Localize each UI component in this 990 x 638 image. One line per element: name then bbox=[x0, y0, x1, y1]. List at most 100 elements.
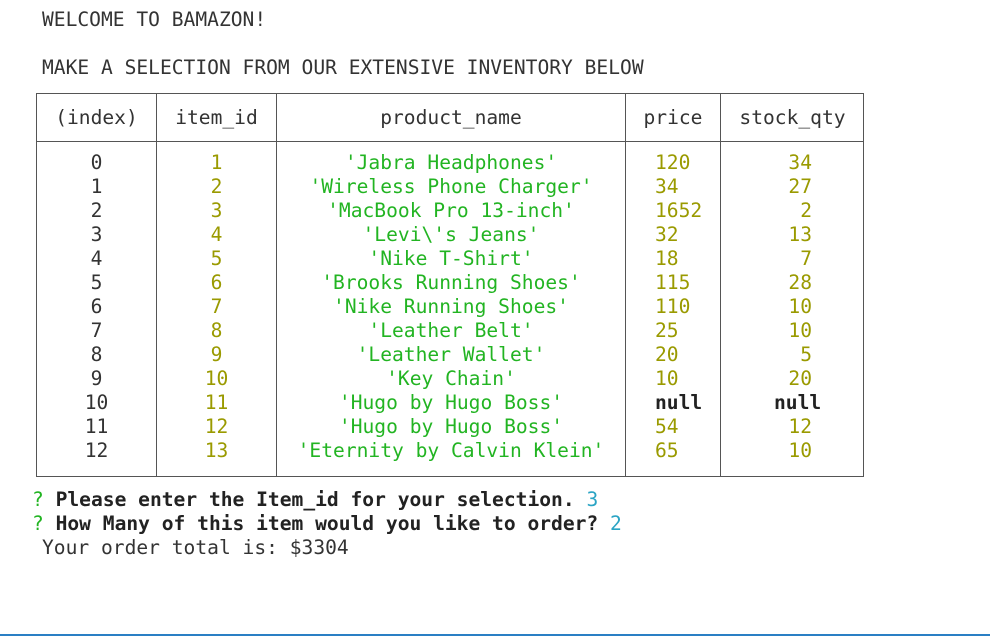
row-stock-qty: 2 bbox=[774, 199, 864, 223]
row-item-id: 3 bbox=[210, 199, 223, 222]
welcome-title: WELCOME TO BAMAZON! bbox=[42, 8, 267, 31]
row-product-name: 'Brooks Running Shoes' bbox=[321, 271, 581, 294]
row-item-id: 9 bbox=[210, 343, 223, 366]
row-product-name: 'Hugo by Hugo Boss' bbox=[338, 415, 564, 438]
row-stock-qty-value: null bbox=[774, 391, 822, 414]
row-item-id: 5 bbox=[210, 247, 223, 270]
row-price-value: 25 bbox=[655, 319, 679, 342]
column-divider bbox=[625, 94, 626, 476]
row-item-id: 11 bbox=[204, 391, 229, 414]
row-stock-qty: 27 bbox=[774, 175, 864, 199]
row-stock-qty-value: 27 bbox=[788, 175, 812, 198]
row-product-name: 'Leather Belt' bbox=[368, 319, 534, 342]
row-index: 5 bbox=[90, 271, 103, 294]
row-index: 11 bbox=[84, 415, 109, 438]
header-divider bbox=[37, 141, 863, 142]
row-price: 10 bbox=[655, 367, 721, 391]
header-product-name: product_name bbox=[380, 106, 522, 129]
row-stock-qty-value: 10 bbox=[788, 439, 812, 462]
order-total: Your order total is: $3304 bbox=[42, 536, 349, 559]
row-price: 32 bbox=[655, 223, 721, 247]
row-price: 120 bbox=[655, 151, 721, 175]
prompt-marker: ? bbox=[32, 512, 44, 535]
row-price-value: 54 bbox=[655, 415, 679, 438]
row-index: 3 bbox=[90, 223, 103, 246]
row-product-name: 'Jabra Headphones' bbox=[344, 151, 558, 174]
row-stock-qty-value: 5 bbox=[800, 343, 812, 366]
row-stock-qty-value: 28 bbox=[788, 271, 812, 294]
row-product-name: 'Leather Wallet' bbox=[356, 343, 546, 366]
row-price-value: 120 bbox=[655, 151, 691, 174]
row-stock-qty: null bbox=[774, 391, 864, 415]
header-index: (index) bbox=[55, 106, 138, 129]
row-index: 10 bbox=[84, 391, 109, 414]
row-price: 20 bbox=[655, 343, 721, 367]
prompt-quantity: ? How Many of this item would you like t… bbox=[32, 512, 622, 536]
row-stock-qty: 7 bbox=[774, 247, 864, 271]
terminal-bottom-border bbox=[0, 634, 990, 636]
row-index: 0 bbox=[90, 151, 103, 174]
row-stock-qty: 10 bbox=[774, 319, 864, 343]
row-price-value: 1652 bbox=[655, 199, 703, 222]
row-item-id: 7 bbox=[210, 295, 223, 318]
row-price: 34 bbox=[655, 175, 721, 199]
row-product-name: 'Wireless Phone Charger' bbox=[309, 175, 593, 198]
product-name-column: 'Jabra Headphones' 'Wireless Phone Charge… bbox=[277, 151, 625, 463]
header-stock-qty: stock_qty bbox=[739, 106, 846, 129]
prompt-answer: 3 bbox=[586, 488, 599, 511]
row-price: 18 bbox=[655, 247, 721, 271]
row-stock-qty: 12 bbox=[774, 415, 864, 439]
row-item-id: 10 bbox=[204, 367, 229, 390]
row-item-id: 4 bbox=[210, 223, 223, 246]
row-price-value: 110 bbox=[655, 295, 691, 318]
row-price-value: 65 bbox=[655, 439, 679, 462]
row-item-id: 1 bbox=[210, 151, 223, 174]
row-index: 7 bbox=[90, 319, 103, 342]
row-product-name: 'Nike T-Shirt' bbox=[368, 247, 534, 270]
row-stock-qty-value: 34 bbox=[788, 151, 812, 174]
row-index: 9 bbox=[90, 367, 103, 390]
row-price-value: 10 bbox=[655, 367, 679, 390]
header-price: price bbox=[643, 106, 703, 129]
row-product-name: 'Eternity by Calvin Klein' bbox=[297, 439, 605, 462]
row-index: 4 bbox=[90, 247, 103, 270]
row-stock-qty-value: 13 bbox=[788, 223, 812, 246]
row-price: 115 bbox=[655, 271, 721, 295]
row-product-name: 'Hugo by Hugo Boss' bbox=[338, 391, 564, 414]
prompt-question: Please enter the Item_id for your select… bbox=[55, 488, 575, 511]
prompt-question: How Many of this item would you like to … bbox=[55, 512, 599, 535]
stock-qty-column: 34 27 2 13 7 28 10 10 5 20 null 12 10 bbox=[722, 151, 864, 463]
row-price: 65 bbox=[655, 439, 721, 463]
price-column: 120 34 1652 32 18 115 110 25 20 10 null 54 65 bbox=[627, 151, 721, 463]
row-index: 2 bbox=[90, 199, 103, 222]
row-product-name: 'MacBook Pro 13-inch' bbox=[327, 199, 575, 222]
row-stock-qty-value: 10 bbox=[788, 295, 812, 318]
row-stock-qty: 20 bbox=[774, 367, 864, 391]
row-price-value: 115 bbox=[655, 271, 691, 294]
row-index: 12 bbox=[84, 439, 109, 462]
row-stock-qty-value: 2 bbox=[800, 199, 812, 222]
row-stock-qty: 28 bbox=[774, 271, 864, 295]
row-stock-qty: 10 bbox=[774, 295, 864, 319]
prompt-answer: 2 bbox=[610, 512, 622, 535]
row-index: 8 bbox=[90, 343, 103, 366]
row-price: 1652 bbox=[655, 199, 721, 223]
row-price: 54 bbox=[655, 415, 721, 439]
row-index: 1 bbox=[90, 175, 103, 198]
row-price-value: 18 bbox=[655, 247, 679, 270]
row-stock-qty-value: 12 bbox=[788, 415, 812, 438]
row-stock-qty-value: 10 bbox=[788, 319, 812, 342]
row-item-id: 6 bbox=[210, 271, 223, 294]
row-stock-qty: 13 bbox=[774, 223, 864, 247]
index-column: 0 1 2 3 4 5 6 7 8 9 10 11 12 bbox=[37, 151, 156, 463]
row-stock-qty: 5 bbox=[774, 343, 864, 367]
row-item-id: 12 bbox=[204, 415, 229, 438]
row-price-value: null bbox=[655, 391, 703, 414]
item-id-column: 1 2 3 4 5 6 7 8 9 10 11 12 13 bbox=[157, 151, 276, 463]
row-product-name: 'Levi\'s Jeans' bbox=[362, 223, 540, 246]
row-product-name: 'Nike Running Shoes' bbox=[333, 295, 569, 318]
row-price: 25 bbox=[655, 319, 721, 343]
row-item-id: 13 bbox=[204, 439, 229, 462]
row-stock-qty: 34 bbox=[774, 151, 864, 175]
row-item-id: 8 bbox=[210, 319, 223, 342]
